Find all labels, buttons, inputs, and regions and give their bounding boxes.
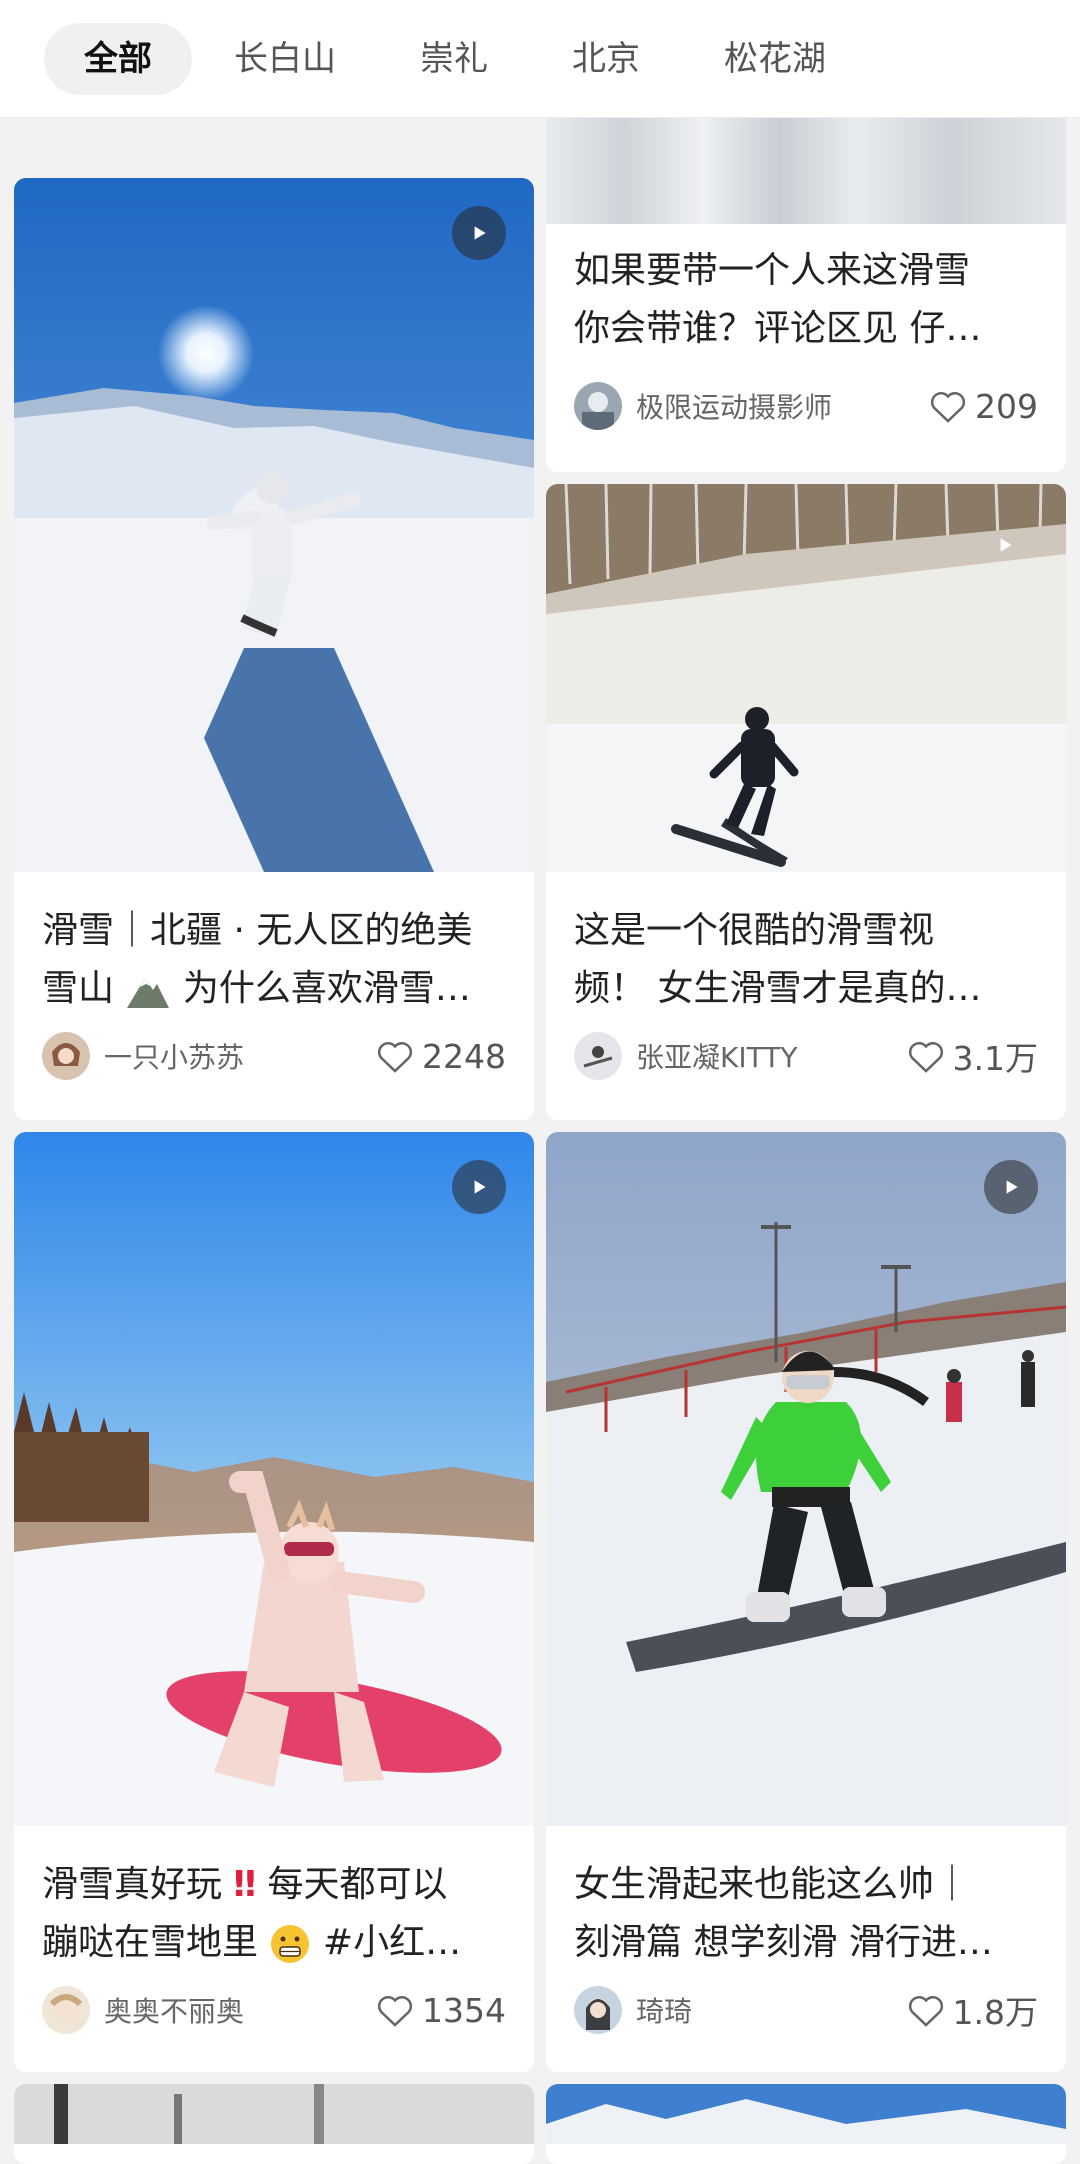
post-cover-image	[14, 2084, 534, 2144]
post-card-partial[interactable]	[546, 2084, 1066, 2164]
post-card-partial[interactable]	[14, 2084, 534, 2164]
like-button[interactable]: 3.1万	[907, 1032, 1038, 1080]
tab-changbaishan[interactable]: 长白山	[192, 23, 378, 95]
play-icon	[984, 1160, 1038, 1214]
author-name[interactable]: 张亚凝KITTY	[636, 1036, 907, 1076]
heart-icon	[930, 392, 966, 423]
post-title-line: 频！ 女生滑雪才是真的…	[574, 968, 982, 1009]
heart-icon	[377, 1996, 413, 2027]
tab-all[interactable]: 全部	[44, 22, 192, 95]
post-title-line: 刻滑篇 想学刻滑 滑行进…	[574, 1922, 993, 1963]
post-title: 滑雪真好玩 ‼ 每天都可以 蹦哒在雪地里 #小红…	[14, 1826, 534, 1972]
post-cover-image	[14, 178, 534, 872]
post-cover-image	[546, 2084, 1066, 2144]
like-count: 3.1万	[952, 1039, 1038, 1078]
heart-icon	[377, 1042, 413, 1073]
tab-beijing[interactable]: 北京	[530, 23, 682, 95]
like-button[interactable]: 2248	[376, 1037, 506, 1076]
post-title: 这是一个很酷的滑雪视 频！ 女生滑雪才是真的…	[546, 872, 1066, 1018]
double-exclamation-icon: ‼	[233, 1864, 257, 1905]
post-meta: 极限运动摄影师 209	[546, 360, 1066, 430]
author-avatar[interactable]	[42, 1986, 90, 2034]
tab-songhuahu[interactable]: 松花湖	[682, 23, 868, 95]
post-title: 如果要带一个人来这滑雪 你会带谁？评论区见 仔…	[546, 224, 1066, 360]
post-title-line: 蹦哒在雪地里 #小红…	[42, 1922, 462, 1963]
like-button[interactable]: 1354	[376, 1991, 506, 2030]
post-card-ski-fun[interactable]: 滑雪真好玩 ‼ 每天都可以 蹦哒在雪地里 #小红… 奥奥不丽奥 1354	[14, 1132, 534, 2072]
mountain-emoji-icon	[127, 978, 170, 1008]
post-meta: 奥奥不丽奥 1354	[14, 1972, 534, 2034]
like-count: 1.8万	[952, 1993, 1038, 2032]
post-card-north-xinjiang[interactable]: 滑雪｜北疆 · 无人区的绝美 雪山 为什么喜欢滑雪… 一只小苏苏 2248	[14, 178, 534, 1120]
like-count: 2248	[422, 1036, 506, 1076]
author-name[interactable]: 奥奥不丽奥	[104, 1990, 376, 2030]
author-avatar[interactable]	[42, 1032, 90, 1080]
post-meta: 张亚凝KITTY 3.1万	[546, 1018, 1066, 1080]
like-count: 209	[975, 386, 1038, 426]
play-icon	[978, 518, 1032, 572]
heart-icon	[908, 1996, 943, 2027]
post-cover-image	[546, 108, 1066, 224]
post-card-extreme-photographer[interactable]: 如果要带一个人来这滑雪 你会带谁？评论区见 仔… 极限运动摄影师 209	[546, 108, 1066, 472]
post-cover-image	[546, 484, 1066, 872]
post-title: 滑雪｜北疆 · 无人区的绝美 雪山 为什么喜欢滑雪…	[14, 872, 534, 1018]
post-title-line: 雪山 为什么喜欢滑雪…	[42, 968, 471, 1009]
post-title-line: 滑雪｜北疆 · 无人区的绝美	[42, 910, 473, 951]
post-meta: 琦琦 1.8万	[546, 1972, 1066, 2034]
post-title-line: 女生滑起来也能这么帅｜	[574, 1864, 971, 1905]
post-cover-image	[14, 1132, 534, 1826]
tab-chongli[interactable]: 崇礼	[378, 23, 530, 95]
category-tabs: 全部 长白山 崇礼 北京 松花湖	[0, 0, 1080, 118]
play-icon	[452, 1160, 506, 1214]
post-title-line: 你会带谁？评论区见 仔…	[574, 308, 982, 349]
author-name[interactable]: 一只小苏苏	[104, 1036, 376, 1076]
play-icon	[452, 206, 506, 260]
author-name[interactable]: 极限运动摄影师	[636, 386, 929, 426]
post-title: 女生滑起来也能这么帅｜ 刻滑篇 想学刻滑 滑行进…	[546, 1826, 1066, 1972]
post-card-carving[interactable]: 女生滑起来也能这么帅｜ 刻滑篇 想学刻滑 滑行进… 琦琦 1.8万	[546, 1132, 1066, 2072]
like-count: 1354	[422, 1990, 506, 2030]
post-meta: 一只小苏苏 2248	[14, 1018, 534, 1080]
author-avatar[interactable]	[574, 382, 622, 430]
like-button[interactable]: 209	[929, 387, 1038, 426]
heart-icon	[908, 1042, 943, 1073]
grimacing-face-icon	[271, 1925, 310, 1963]
author-avatar[interactable]	[574, 1032, 622, 1080]
post-cover-image	[546, 1132, 1066, 1826]
post-title-line: 滑雪真好玩 ‼ 每天都可以	[42, 1864, 448, 1905]
author-avatar[interactable]	[574, 1986, 622, 2034]
author-name[interactable]: 琦琦	[636, 1990, 907, 2030]
post-title-line: 如果要带一个人来这滑雪	[574, 250, 971, 291]
post-card-cool-ski-video[interactable]: 这是一个很酷的滑雪视 频！ 女生滑雪才是真的… 张亚凝KITTY 3.1万	[546, 484, 1066, 1120]
like-button[interactable]: 1.8万	[907, 1986, 1038, 2034]
post-title-line: 这是一个很酷的滑雪视	[574, 910, 935, 951]
